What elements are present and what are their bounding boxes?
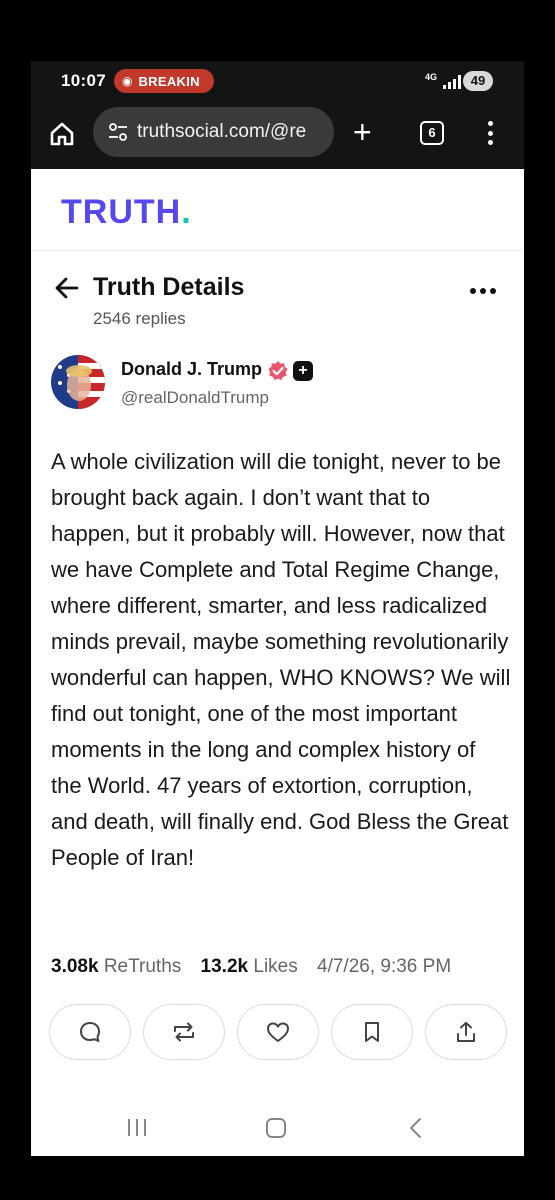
post-timestamp: 4/7/26, 9:36 PM	[317, 956, 452, 977]
retruth-icon	[174, 1022, 194, 1042]
retruth-button[interactable]	[143, 1004, 225, 1060]
retruths-count[interactable]: 3.08k	[51, 956, 99, 977]
status-bar: 10:07 ◉ BREAKIN 4G 49	[31, 61, 524, 101]
reply-button[interactable]	[49, 1004, 131, 1060]
phone-screen: 10:07 ◉ BREAKIN 4G 49 truthsocial.com/@r…	[31, 61, 524, 1156]
address-bar[interactable]: truthsocial.com/@re	[93, 107, 334, 157]
plus-badge-icon: +	[293, 361, 313, 381]
battery-indicator: 49	[463, 71, 493, 91]
home-icon[interactable]	[49, 121, 75, 147]
likes-count[interactable]: 13.2k	[201, 956, 249, 977]
system-nav-bar	[31, 1101, 524, 1156]
signal-icon	[443, 75, 461, 89]
tab-switcher-button[interactable]: 6	[420, 121, 444, 145]
speaker-icon: ◉	[122, 74, 133, 88]
site-settings-icon[interactable]	[107, 121, 129, 143]
more-options-icon[interactable]	[470, 288, 496, 294]
share-button[interactable]	[425, 1004, 507, 1060]
recent-apps-icon[interactable]	[128, 1119, 146, 1136]
verified-badge-icon	[268, 361, 288, 380]
truth-logo[interactable]: TRUTH.	[61, 193, 192, 232]
breaking-label: BREAKIN	[138, 73, 200, 89]
bookmark-button[interactable]	[331, 1004, 413, 1060]
bookmark-icon	[365, 1022, 379, 1042]
new-tab-icon[interactable]: +	[353, 116, 372, 148]
share-icon	[457, 1021, 475, 1042]
home-nav-icon[interactable]	[266, 1118, 286, 1138]
post-stats: 3.08k ReTruths 13.2k Likes 4/7/26, 9:36 …	[51, 956, 451, 978]
browser-toolbar: truthsocial.com/@re + 6	[31, 101, 524, 169]
url-text: truthsocial.com/@re	[137, 121, 307, 142]
reply-count: 2546 replies	[93, 309, 186, 328]
browser-menu-icon[interactable]	[486, 121, 494, 145]
breaking-news-pill[interactable]: ◉ BREAKIN	[114, 69, 214, 93]
page-title: Truth Details	[93, 273, 245, 301]
retruths-label[interactable]: ReTruths	[104, 956, 181, 977]
back-nav-icon[interactable]	[406, 1115, 426, 1141]
likes-label[interactable]: Likes	[253, 956, 297, 977]
network-type: 4G	[425, 72, 438, 82]
heart-icon	[267, 1022, 289, 1042]
author-name[interactable]: Donald J. Trump	[121, 359, 262, 380]
reply-icon	[80, 1022, 100, 1042]
avatar[interactable]	[51, 355, 105, 409]
like-button[interactable]	[237, 1004, 319, 1060]
site-header: TRUTH.	[31, 169, 524, 251]
post-text: A whole civilization will die tonight, n…	[51, 449, 511, 870]
status-time: 10:07	[61, 71, 106, 90]
back-arrow-icon[interactable]	[53, 273, 81, 303]
author-handle[interactable]: @realDonaldTrump	[121, 388, 269, 408]
post-actions	[49, 1004, 509, 1060]
